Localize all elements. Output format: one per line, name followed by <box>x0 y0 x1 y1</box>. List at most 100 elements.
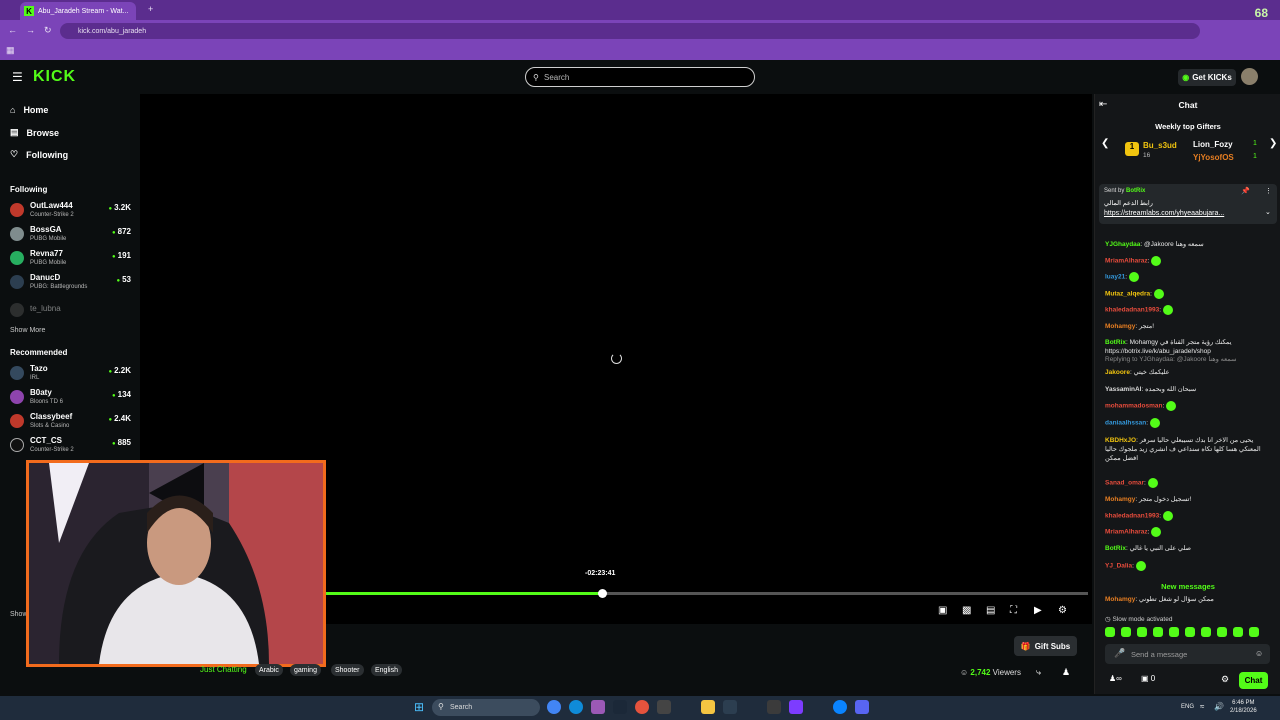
chat-username[interactable]: MriamAlharaz <box>1105 258 1148 265</box>
emote-icon[interactable] <box>1185 627 1195 637</box>
miniplayer-icon[interactable]: ▣ <box>938 605 947 616</box>
tag[interactable]: gaming <box>290 664 321 676</box>
show-more-button-bottom[interactable]: Show <box>10 611 28 618</box>
chat-username[interactable]: khaledadnan1993 <box>1105 513 1159 520</box>
new-messages-divider[interactable]: New messages <box>1095 582 1280 591</box>
app-icon[interactable] <box>789 700 803 714</box>
reply-reference[interactable]: Replying to YJGhaydaa: @Jakoore سمعه وهن… <box>1105 355 1275 364</box>
clip-icon[interactable]: ▩ <box>962 605 971 616</box>
steam-icon[interactable] <box>613 700 627 714</box>
emote-icon[interactable] <box>1105 627 1115 637</box>
edge-icon[interactable] <box>569 700 583 714</box>
chat-username[interactable]: YJ_Dalia <box>1105 563 1132 570</box>
share-icon[interactable]: ⤷ <box>1036 667 1041 678</box>
chat-username[interactable]: khaledadnan1993 <box>1105 307 1159 314</box>
emote-icon[interactable] <box>1233 627 1243 637</box>
chat-username[interactable]: daniaalhssan <box>1105 420 1146 427</box>
chat-username[interactable]: luay21 <box>1105 274 1125 281</box>
following-channel[interactable]: DanucD PUBG: Battlegrounds 53 <box>10 271 134 293</box>
chat-username[interactable]: Sanad_omar <box>1105 480 1144 487</box>
chat-username[interactable]: BotRix <box>1105 545 1126 552</box>
pin-icon[interactable]: 📌 <box>1241 187 1250 195</box>
following-channel[interactable]: BossGA PUBG Mobile 872 <box>10 223 134 245</box>
menu-icon[interactable]: ☰ <box>12 70 23 84</box>
language-indicator[interactable]: ENG <box>1181 704 1194 710</box>
chat-username[interactable]: YJGhaydaa <box>1105 241 1140 248</box>
app-icon[interactable] <box>833 700 847 714</box>
chat-username[interactable]: mohammadosman <box>1105 403 1162 410</box>
recommended-channel[interactable]: B0aty Bloons TD 6 134 <box>10 386 134 408</box>
chat-username[interactable]: Mohamgy <box>1105 496 1135 503</box>
emote-icon[interactable] <box>1121 627 1131 637</box>
store-icon[interactable] <box>723 700 737 714</box>
chat-username[interactable]: YassaminAl <box>1105 386 1142 393</box>
theater-mode-icon[interactable]: ▤ <box>986 605 995 616</box>
emote-bar[interactable] <box>1105 627 1275 639</box>
following-channel[interactable]: Revna77 PUBG Mobile 191 <box>10 247 134 269</box>
emote-icon[interactable] <box>1201 627 1211 637</box>
chat-username[interactable]: MriamAlharaz <box>1105 529 1148 536</box>
fullscreen-icon[interactable]: ⛶ <box>1010 605 1017 616</box>
back-icon[interactable]: ← <box>8 25 17 35</box>
chevron-right-icon[interactable]: ❯ <box>1269 138 1277 149</box>
windows-start-icon[interactable]: ⊞ <box>414 700 424 714</box>
volume-icon[interactable]: 🔊 <box>1214 702 1224 711</box>
more-icon[interactable]: ⋮ <box>1265 187 1272 195</box>
category-link[interactable]: Just Chatting <box>200 665 247 674</box>
recommended-channel[interactable]: Tazo IRL 2.2K <box>10 362 134 384</box>
following-channel[interactable]: OutLaw444 Counter-Strike 2 3.2K <box>10 199 134 221</box>
emote-icon[interactable] <box>1249 627 1259 637</box>
emote-icon[interactable] <box>1217 627 1227 637</box>
follow-icon[interactable]: ♟ <box>1062 667 1070 678</box>
chat-username[interactable]: KBDHxJO <box>1105 437 1136 444</box>
new-tab-icon[interactable]: + <box>148 4 153 14</box>
forward-icon[interactable]: → <box>26 25 35 35</box>
mic-icon[interactable]: 🎤 <box>1114 648 1125 659</box>
chat-username[interactable]: BotRix <box>1105 339 1126 346</box>
emote-icon[interactable] <box>1137 627 1147 637</box>
browser-tab[interactable]: K Abu_Jaradeh Stream - Wat... <box>20 2 136 20</box>
seek-bar-handle[interactable] <box>597 589 607 598</box>
url-field[interactable]: kick.com/abu_jaradeh <box>60 23 1200 39</box>
chevron-left-icon[interactable]: ❮ <box>1101 138 1109 149</box>
chat-username[interactable]: Mutaz_alqedra <box>1105 291 1150 298</box>
tag[interactable]: Shooter <box>331 664 364 676</box>
nav-browse[interactable]: ▤ Browse <box>10 127 59 138</box>
following-channel-offline[interactable]: te_lubna <box>10 299 134 321</box>
nav-following[interactable]: ♡ Following <box>10 149 68 160</box>
nav-home[interactable]: ⌂ Home <box>10 105 48 115</box>
reload-icon[interactable]: ↻ <box>44 25 52 36</box>
app-icon[interactable] <box>591 700 605 714</box>
show-more-button[interactable]: Show More <box>10 327 45 334</box>
chat-settings-icon[interactable]: ⚙ <box>1221 674 1229 685</box>
recommended-channel[interactable]: CCT_CS Counter-Strike 2 885 <box>10 434 134 456</box>
emote-icon[interactable] <box>1153 627 1163 637</box>
pinned-link[interactable]: https://streamlabs.com/yhyeaabujara... <box>1104 210 1224 217</box>
clock[interactable]: 6:46 PM 2/18/2026 <box>1230 699 1257 715</box>
chrome-icon[interactable] <box>547 700 561 714</box>
file-explorer-icon[interactable] <box>701 700 715 714</box>
user-avatar[interactable] <box>1241 68 1258 85</box>
tag[interactable]: English <box>371 664 402 676</box>
kicks-balance[interactable]: ▣ 0 <box>1141 674 1155 683</box>
settings-icon[interactable]: ⚙ <box>1058 605 1067 616</box>
get-kicks-button[interactable]: ◉ Get KICKs <box>1178 69 1236 86</box>
app-icon[interactable] <box>767 700 781 714</box>
pinned-message[interactable]: Sent by BotRix 📌 ⋮ رابط الدعم المالي htt… <box>1099 184 1277 224</box>
tag[interactable]: Arabic <box>255 664 283 676</box>
chat-username[interactable]: Mohamgy <box>1105 323 1135 330</box>
kick-logo[interactable]: KICK <box>33 68 76 86</box>
chat-username[interactable]: Mohamgy <box>1105 596 1135 603</box>
app-icon[interactable] <box>657 700 671 714</box>
chat-input[interactable]: 🎤 Send a message ☺ <box>1105 644 1270 664</box>
emote-icon[interactable] <box>1169 627 1179 637</box>
gift-subs-button[interactable]: 🎁 Gift Subs <box>1014 636 1077 656</box>
chat-username[interactable]: Jakoore <box>1105 369 1130 376</box>
live-icon[interactable]: ▶ <box>1034 605 1042 616</box>
wifi-icon[interactable]: ≈ <box>1200 702 1204 711</box>
send-chat-button[interactable]: Chat <box>1239 672 1268 689</box>
firefox-icon[interactable] <box>635 700 649 714</box>
recommended-channel[interactable]: Classybeef Slots & Casino 2.4K <box>10 410 134 432</box>
chevron-down-icon[interactable]: ⌄ <box>1265 208 1271 216</box>
discord-icon[interactable] <box>855 700 869 714</box>
